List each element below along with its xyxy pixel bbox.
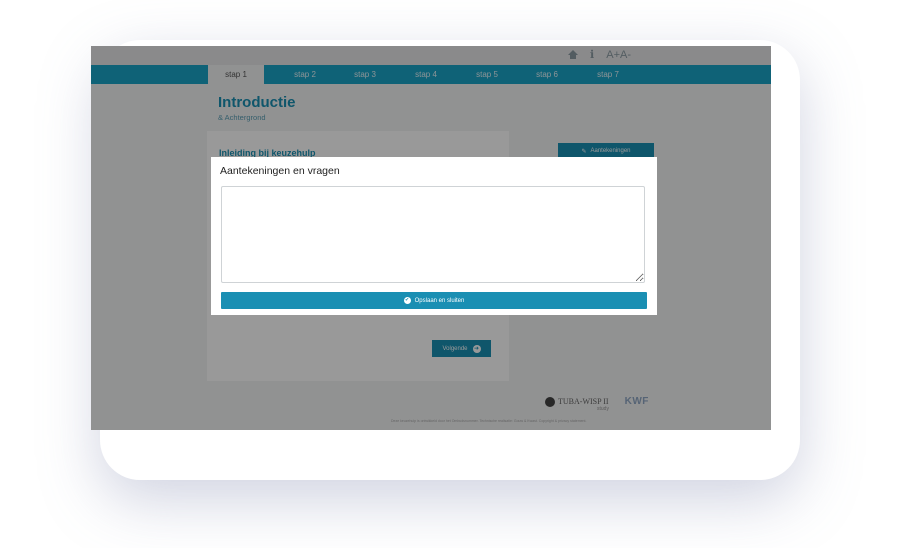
- modal-title: Aantekeningen en vragen: [220, 165, 340, 177]
- notes-modal: Aantekeningen en vragen ✔ Opslaan en slu…: [211, 157, 657, 315]
- check-circle-icon: ✔: [403, 297, 411, 304]
- notes-textarea[interactable]: [221, 186, 645, 283]
- save-and-close-button[interactable]: ✔ Opslaan en sluiten: [221, 292, 647, 309]
- app-window: ℹ A+A- stap 1 stap 2 stap 3 stap 4 stap …: [91, 46, 771, 430]
- save-button-label: Opslaan en sluiten: [414, 297, 465, 304]
